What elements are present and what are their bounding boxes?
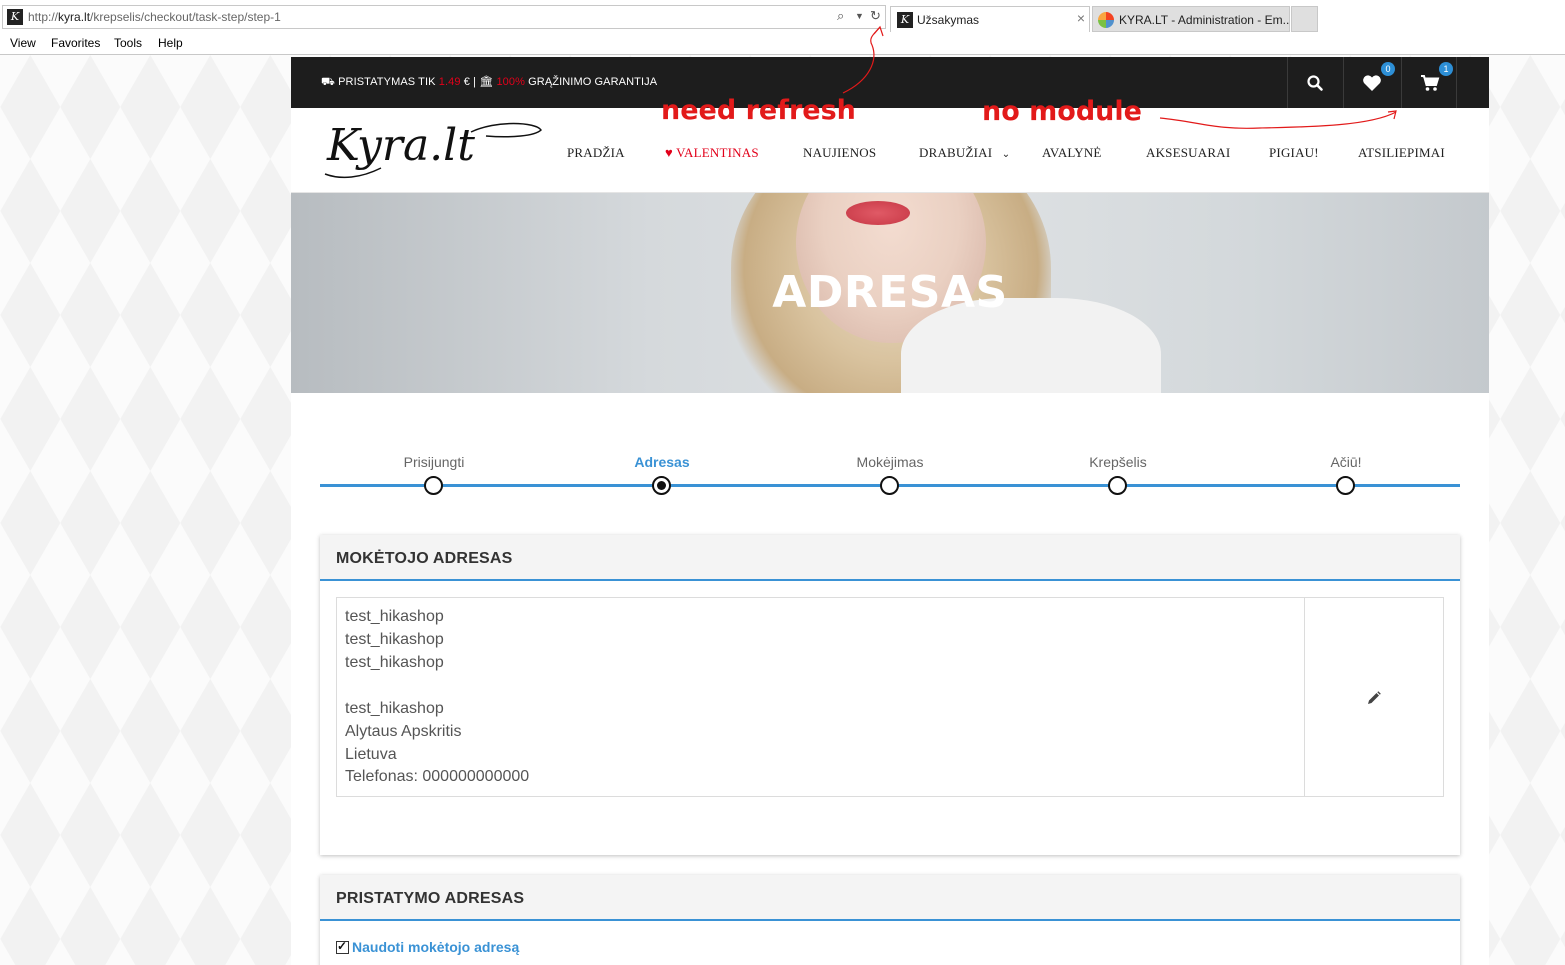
step-label-mokejimas[interactable]: Mokėjimas bbox=[857, 454, 924, 470]
billing-address-panel: MOKĖTOJO ADRESAS test_hikashop test_hika… bbox=[320, 535, 1460, 855]
site-favicon-icon: K bbox=[897, 12, 913, 28]
page-title: ADRESAS bbox=[772, 267, 1008, 318]
tab-label: Užsakymas bbox=[917, 13, 980, 27]
address-line: test_hikashop bbox=[345, 700, 444, 717]
wishlist-count-badge: 0 bbox=[1381, 62, 1395, 76]
use-billing-address-label[interactable]: Naudoti mokėtojo adresą bbox=[352, 939, 519, 955]
tab-administration[interactable]: KYRA.LT - Administration - Em... bbox=[1092, 6, 1290, 32]
annotation-no-module: no module bbox=[982, 96, 1142, 127]
cart-icon bbox=[1421, 75, 1440, 91]
menu-help[interactable]: Help bbox=[158, 36, 183, 50]
logo-text: Kyra.lt bbox=[326, 120, 475, 171]
site-favicon-icon: K bbox=[7, 9, 23, 25]
browser-address-row: K http://kyra.lt/krepselis/checkout/task… bbox=[0, 0, 1565, 34]
step-label-adresas[interactable]: Adresas bbox=[634, 454, 689, 470]
nav-pradzia[interactable]: PRADŽIA bbox=[567, 145, 625, 161]
search-icon[interactable]: ⌕ bbox=[837, 8, 844, 24]
menu-favorites[interactable]: Favorites bbox=[51, 36, 100, 50]
nav-pigiau[interactable]: PIGIAU! bbox=[1269, 145, 1319, 161]
edit-address-button[interactable] bbox=[1305, 598, 1443, 796]
cart-button[interactable]: 1 bbox=[1401, 57, 1457, 108]
nav-atsiliepimai[interactable]: ATSILIEPIMAI bbox=[1358, 145, 1445, 161]
billing-address-cell: test_hikashop test_hikashop test_hikasho… bbox=[337, 598, 1305, 796]
search-button[interactable] bbox=[1287, 57, 1343, 108]
logo[interactable]: Kyra.lt bbox=[321, 118, 546, 182]
cart-count-badge: 1 bbox=[1439, 62, 1453, 76]
address-line: test_hikashop bbox=[345, 631, 444, 648]
address-line: Lietuva bbox=[345, 746, 397, 763]
refresh-icon[interactable]: ↻ bbox=[870, 8, 881, 24]
nav-drabuziai[interactable]: DRABUŽIAI ⌄ bbox=[919, 145, 1010, 161]
top-bar: ⛟ PRISTATYMAS TIK 1.49 € | 🏛 100% GRĄŽIN… bbox=[291, 57, 1489, 108]
browser-menu-bar: View Favorites Tools Help bbox=[0, 34, 1565, 55]
address-line: Alytaus Apskritis bbox=[345, 723, 462, 740]
site-container: ⛟ PRISTATYMAS TIK 1.49 € | 🏛 100% GRĄŽIN… bbox=[291, 57, 1489, 965]
site-header: Kyra.lt PRADŽIA ♥ VALENTINAS NAUJIENOS D… bbox=[291, 108, 1489, 193]
heart-icon bbox=[1363, 75, 1381, 91]
pencil-icon bbox=[1368, 691, 1381, 704]
dropdown-arrow-icon[interactable]: ▼ bbox=[855, 11, 864, 21]
nav-valentinas[interactable]: ♥ VALENTINAS bbox=[665, 145, 759, 161]
use-billing-address-checkbox[interactable] bbox=[336, 939, 349, 954]
bank-icon: 🏛 bbox=[479, 76, 494, 88]
chevron-down-icon: ⌄ bbox=[1001, 149, 1011, 160]
new-tab-button[interactable] bbox=[1291, 6, 1318, 32]
nav-naujienos[interactable]: NAUJIENOS bbox=[803, 145, 876, 161]
address-bar[interactable]: K http://kyra.lt/krepselis/checkout/task… bbox=[2, 5, 886, 29]
step-label-prisijungti[interactable]: Prisijungti bbox=[404, 454, 465, 470]
hero-image-lips bbox=[846, 201, 910, 225]
truck-icon: ⛟ bbox=[321, 76, 335, 88]
tab-label: KYRA.LT - Administration - Em... bbox=[1119, 13, 1290, 27]
hero-banner: ADRESAS bbox=[291, 193, 1489, 393]
step-label-krepselis[interactable]: Krepšelis bbox=[1089, 454, 1147, 470]
shipping-panel-header: PRISTATYMO ADRESAS bbox=[320, 875, 1460, 921]
address-line: test_hikashop bbox=[345, 608, 444, 625]
menu-view[interactable]: View bbox=[10, 36, 36, 50]
address-line: test_hikashop bbox=[345, 654, 444, 671]
search-icon bbox=[1307, 75, 1323, 91]
heart-icon: ♥ bbox=[665, 145, 673, 160]
close-icon[interactable]: × bbox=[1077, 10, 1085, 26]
wishlist-button[interactable]: 0 bbox=[1343, 57, 1399, 108]
shipping-panel-title: PRISTATYMO ADRESAS bbox=[336, 890, 525, 907]
shipping-promo: ⛟ PRISTATYMAS TIK 1.49 € | 🏛 100% GRĄŽIN… bbox=[321, 76, 658, 88]
step-dot-mokejimas[interactable] bbox=[880, 476, 899, 495]
nav-avalyne[interactable]: AVALYNĖ bbox=[1042, 145, 1102, 161]
step-dot-adresas[interactable] bbox=[652, 476, 671, 495]
step-dot-prisijungti[interactable] bbox=[424, 476, 443, 495]
tab-uzsakymas[interactable]: K Užsakymas × bbox=[890, 6, 1090, 32]
address-phone: Telefonas: 000000000000 bbox=[345, 768, 530, 785]
billing-panel-title: MOKĖTOJO ADRESAS bbox=[336, 550, 513, 567]
url-text[interactable]: http://kyra.lt/krepselis/checkout/task-s… bbox=[28, 10, 281, 24]
step-label-aciu[interactable]: Ačiū! bbox=[1330, 454, 1361, 470]
annotation-need-refresh: need refresh bbox=[661, 95, 856, 126]
step-dot-aciu[interactable] bbox=[1336, 476, 1355, 495]
billing-address-table: test_hikashop test_hikashop test_hikasho… bbox=[336, 597, 1444, 797]
menu-tools[interactable]: Tools bbox=[114, 36, 142, 50]
billing-panel-header: MOKĖTOJO ADRESAS bbox=[320, 535, 1460, 581]
step-dot-krepselis[interactable] bbox=[1108, 476, 1127, 495]
shipping-address-panel: PRISTATYMO ADRESAS Naudoti mokėtojo adre… bbox=[320, 875, 1460, 965]
nav-aksesuarai[interactable]: AKSESUARAI bbox=[1146, 145, 1230, 161]
joomla-icon bbox=[1098, 12, 1114, 28]
